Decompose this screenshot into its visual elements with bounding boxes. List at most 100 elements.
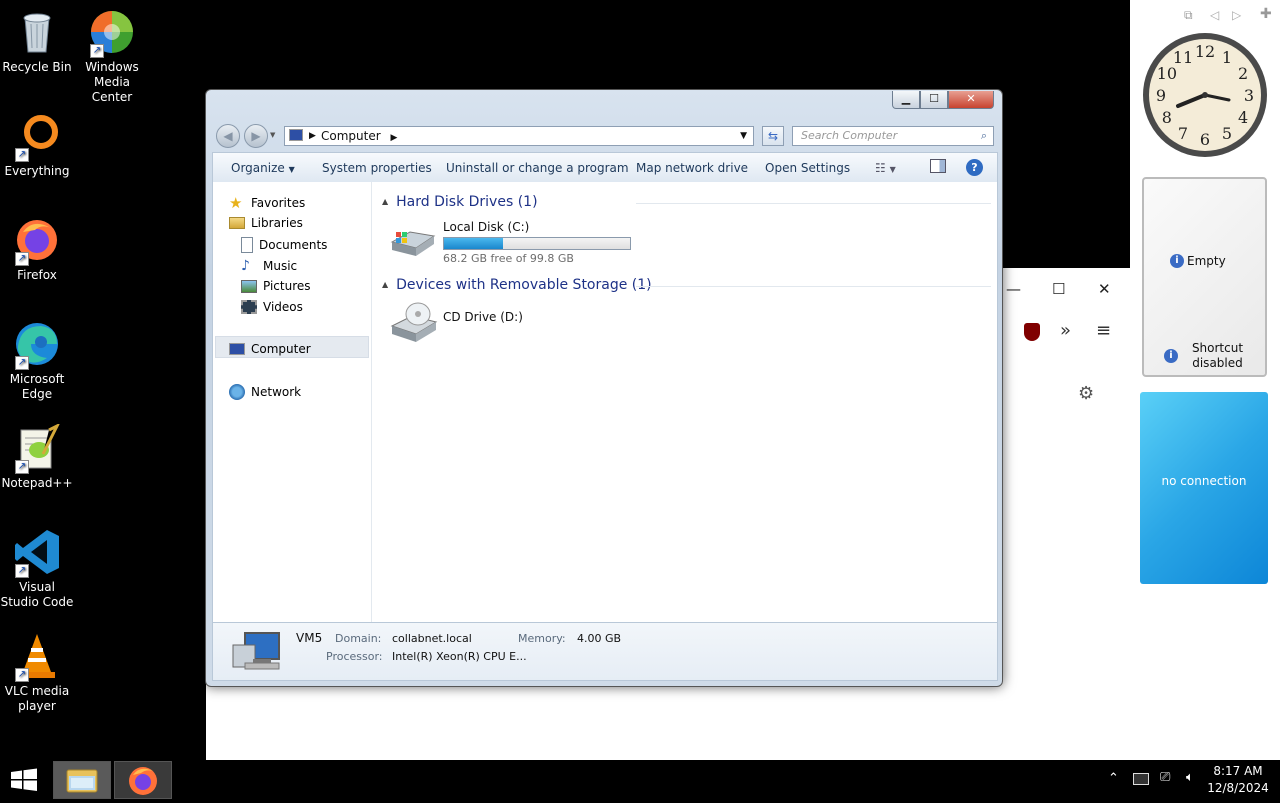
shortcut-arrow-icon: ↗ [15, 460, 29, 474]
details-pane: VM5 Domain: collabnet.local Memory: 4.00… [212, 622, 998, 681]
breadcrumb-separator-icon[interactable]: ▶ [390, 133, 397, 143]
info-icon: i [1170, 254, 1184, 268]
nav-item-videos[interactable]: Videos [241, 300, 303, 314]
show-hidden-icons-icon[interactable]: ⌃ [1108, 771, 1119, 786]
desktop-icon-firefox[interactable]: ↗ Firefox [0, 216, 74, 283]
media-center-icon: ↗ [88, 8, 136, 58]
network-status-icon[interactable]: ⎚ [1160, 770, 1170, 785]
group-removable-storage[interactable]: ▲ Devices with Removable Storage (1) [382, 277, 652, 293]
taskbar-firefox-button[interactable] [114, 761, 172, 799]
forward-button[interactable]: ▶ [244, 124, 268, 148]
refresh-button[interactable]: ⇆ [762, 126, 784, 146]
drive-d[interactable]: CD Drive (D:) [390, 302, 590, 352]
desktop-icon-label: Everything [4, 164, 70, 178]
drive-c[interactable]: Local Disk (C:) 68.2 GB free of 99.8 GB [390, 218, 640, 265]
recycle-bin-icon [13, 8, 61, 56]
address-bar[interactable]: ▶ Computer ▶ ▼ [284, 126, 754, 146]
volume-muted-icon[interactable]: 🔈︎ [1186, 770, 1194, 785]
maximize-button[interactable]: ☐ [920, 91, 948, 109]
clock-gadget[interactable]: 12 1 2 3 4 5 6 7 8 9 10 11 [1141, 31, 1269, 159]
close-icon[interactable]: ✕ [1098, 280, 1111, 298]
nav-item-network[interactable]: Network [229, 384, 301, 400]
tray-time: 8:17 AM [1213, 764, 1263, 778]
star-icon: ★ [229, 194, 243, 212]
hard-disk-icon [390, 231, 436, 256]
sidebar-prev-icon[interactable]: ◁ [1210, 8, 1219, 22]
group-hard-disk-drives[interactable]: ▲ Hard Disk Drives (1) [382, 194, 538, 210]
edge-icon: ↗ [13, 320, 61, 370]
pictures-icon [241, 279, 257, 293]
open-settings-button[interactable]: Open Settings [765, 161, 850, 175]
taskbar: ⌃ ⎚ 🔈︎ 8:17 AM 12/8/2024 [0, 760, 1280, 800]
menu-hamburger-icon[interactable]: ≡ [1096, 320, 1111, 341]
memory-label: Memory: [518, 632, 566, 645]
clock-numeral: 2 [1238, 64, 1248, 83]
desktop-icon-recycle-bin[interactable]: Recycle Bin [0, 8, 74, 75]
shortcut-arrow-icon: ↗ [15, 252, 29, 266]
weather-gadget[interactable]: no connection [1140, 392, 1268, 584]
chevron-down-icon: ▼ [288, 165, 295, 174]
back-button[interactable]: ◀ [216, 124, 240, 148]
windows-logo-icon [11, 768, 37, 791]
ublock-icon[interactable] [1024, 323, 1040, 341]
slideshow-shortcut-text: Shortcut disabled [1191, 341, 1244, 370]
clock-tray[interactable]: 8:17 AM 12/8/2024 [1206, 763, 1270, 797]
sidebar-gadget-gallery-icon[interactable]: ⧉ [1184, 8, 1193, 23]
domain-value: collabnet.local [392, 632, 472, 645]
close-button[interactable]: ✕ [948, 91, 994, 109]
desktop-icon-everything[interactable]: ↗ Everything [0, 112, 74, 179]
help-icon[interactable]: ? [966, 159, 983, 176]
clock-numeral: 5 [1222, 124, 1232, 143]
maximize-icon[interactable]: ☐ [1052, 280, 1065, 298]
desktop-icon-vscode[interactable]: ↗ Visual Studio Code [0, 528, 74, 610]
nav-item-libraries[interactable]: Libraries [229, 216, 303, 230]
clock-numeral: 1 [1222, 48, 1232, 67]
processor-value: Intel(R) Xeon(R) CPU E... [392, 650, 527, 663]
shortcut-arrow-icon: ↗ [15, 356, 29, 370]
search-input[interactable]: Search Computer ⌕ [792, 126, 994, 146]
address-dropdown-icon[interactable]: ▼ [740, 127, 747, 145]
processor-label: Processor: [326, 650, 383, 663]
breadcrumb-separator-icon[interactable]: ▶ [309, 127, 316, 145]
desktop-icon-vlc[interactable]: ↗ VLC media player [0, 632, 74, 714]
keyboard-icon[interactable] [1133, 773, 1149, 785]
clock-numeral: 3 [1244, 86, 1254, 105]
desktop-icon-media-center[interactable]: ↗ Windows Media Center [75, 8, 149, 105]
system-properties-button[interactable]: System properties [322, 161, 432, 175]
domain-label: Domain: [335, 632, 382, 645]
desktop-icon-edge[interactable]: ↗ Microsoft Edge [0, 320, 74, 402]
breadcrumb-computer[interactable]: Computer [321, 129, 381, 143]
videos-icon [241, 300, 257, 314]
taskbar-explorer-button[interactable] [53, 761, 111, 799]
sidebar-next-icon[interactable]: ▷ [1232, 8, 1241, 22]
nav-item-computer[interactable]: Computer [229, 342, 311, 356]
organize-button[interactable]: Organize ▼ [231, 161, 295, 175]
minimize-button[interactable]: ▁ [892, 91, 920, 109]
desktop-icon-notepadpp[interactable]: ↗ Notepad++ [0, 422, 74, 491]
shortcut-arrow-icon: ↗ [15, 564, 29, 578]
clock-face: 12 1234567891011 [1143, 33, 1267, 157]
extensions-chevron-icon[interactable]: » [1060, 320, 1071, 341]
uninstall-program-button[interactable]: Uninstall or change a program [446, 161, 629, 175]
nav-item-favorites[interactable]: ★ Favorites [229, 195, 305, 211]
recent-pages-icon[interactable]: ▼ [270, 131, 275, 139]
nav-item-pictures[interactable]: Pictures [241, 279, 311, 293]
computer-icon [232, 632, 280, 670]
minimize-icon[interactable]: — [1006, 280, 1021, 298]
explorer-window[interactable]: ▁ ☐ ✕ ◀ ▶ ▼ ▶ Computer ▶ ▼ ⇆ Search Comp… [205, 89, 1003, 687]
desktop-icon-label: Firefox [17, 268, 57, 282]
everything-icon: ↗ [13, 112, 61, 162]
settings-gear-icon[interactable]: ⚙ [1078, 383, 1094, 404]
vscode-icon: ↗ [13, 528, 61, 578]
search-icon[interactable]: ⌕ [981, 127, 987, 145]
preview-pane-icon[interactable] [930, 159, 946, 173]
gadget-sidebar: ⧉ ◁ ▷ ✚ 12 1 2 3 4 5 6 7 8 9 10 11 i Empty i Shortc… [1130, 0, 1280, 760]
nav-item-documents[interactable]: Documents [241, 237, 327, 253]
view-options-icon[interactable]: ☷ ▼ [875, 161, 896, 175]
sidebar-add-icon[interactable]: ✚ [1260, 6, 1272, 22]
map-network-drive-button[interactable]: Map network drive [636, 161, 748, 175]
start-button[interactable] [0, 760, 48, 800]
nav-item-music[interactable]: ♪ Music [241, 258, 297, 274]
slideshow-gadget[interactable]: i Empty i Shortcut disabled [1142, 177, 1267, 377]
weather-status: no connection [1161, 474, 1247, 488]
